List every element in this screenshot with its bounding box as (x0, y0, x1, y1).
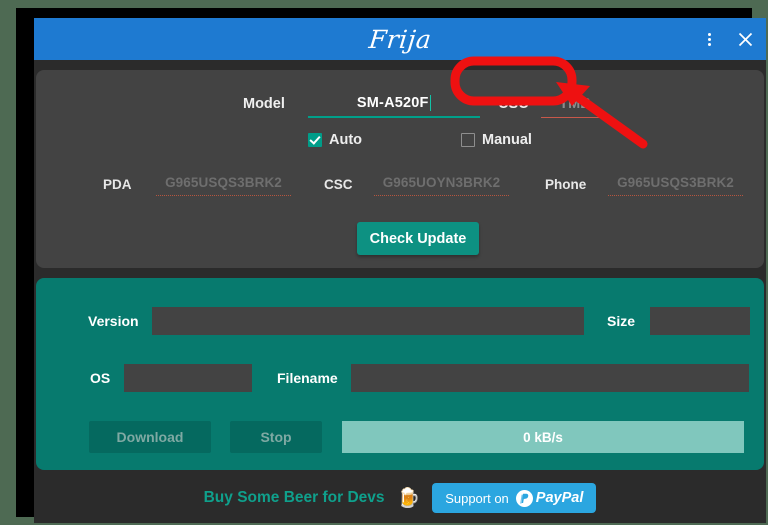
phone-label: Phone (545, 177, 587, 192)
model-input-card: Model SM-A520F CSC TMB Auto Manual PDA G… (36, 70, 764, 268)
csc-firmware-label: CSC (324, 177, 353, 192)
footer: Buy Some Beer for Devs 🍺 Support on PayP… (34, 473, 766, 523)
firmware-fields-row: PDA G965USQS3BRK2 CSC G965UOYN3BRK2 Phon… (36, 170, 764, 204)
menu-dot (707, 42, 711, 46)
version-label: Version (88, 313, 139, 329)
beer-mug-icon: 🍺 (396, 487, 421, 509)
version-field (152, 307, 584, 335)
csc-firmware-placeholder: G965UOYN3BRK2 (382, 175, 501, 190)
title-bar: Frija (34, 18, 766, 60)
download-button[interactable]: Download (89, 421, 211, 453)
filename-label: Filename (277, 370, 338, 386)
app-title: Frija (367, 24, 433, 54)
mode-checkbox-row: Auto Manual (36, 132, 764, 156)
text-cursor (429, 95, 432, 111)
paypal-wordmark: PayPal (535, 490, 584, 506)
checkbox-checked-icon (308, 133, 322, 147)
auto-checkbox-label: Auto (329, 132, 363, 148)
frija-window: Frija Model SM-A520F CSC TMB Auto Manual… (34, 18, 766, 523)
close-x-icon[interactable] (732, 24, 758, 54)
manual-checkbox-label: Manual (482, 132, 532, 148)
download-speed-text: 0 kB/s (523, 429, 563, 445)
csc-input-placeholder: TMB (559, 95, 591, 112)
buy-beer-label: Buy Some Beer for Devs (203, 489, 385, 506)
close-x-glyph (738, 32, 752, 46)
download-panel: Version Size OS Filename Download Stop 0… (36, 278, 764, 470)
csc-firmware-input[interactable]: G965UOYN3BRK2 (374, 170, 509, 196)
window-frame: Frija Model SM-A520F CSC TMB Auto Manual… (16, 8, 766, 523)
paypal-support-button[interactable]: Support on PayPal (432, 483, 597, 513)
phone-input[interactable]: G965USQS3BRK2 (608, 170, 743, 196)
download-progress-bar: 0 kB/s (342, 421, 744, 453)
three-dots-vertical-icon[interactable] (696, 24, 722, 54)
model-row: Model SM-A520F CSC TMB (36, 90, 764, 124)
window-controls (696, 18, 758, 60)
stop-button[interactable]: Stop (230, 421, 322, 453)
phone-input-placeholder: G965USQS3BRK2 (617, 175, 734, 190)
paypal-p-icon (515, 489, 533, 507)
manual-checkbox[interactable]: Manual (461, 132, 532, 148)
model-input[interactable]: SM-A520F (308, 90, 480, 118)
auto-checkbox[interactable]: Auto (308, 132, 362, 148)
paypal-logo: PayPal (515, 489, 584, 507)
model-label: Model (243, 96, 285, 112)
paypal-button-label: Support on (445, 490, 509, 506)
os-label: OS (90, 370, 111, 386)
check-update-button[interactable]: Check Update (357, 222, 479, 255)
csc-input[interactable]: TMB (541, 90, 609, 118)
pda-input-placeholder: G965USQS3BRK2 (165, 175, 282, 190)
size-label: Size (607, 313, 636, 329)
model-input-value: SM-A520F (356, 95, 429, 111)
pda-label: PDA (103, 177, 132, 192)
csc-label: CSC (498, 96, 529, 112)
os-field (124, 364, 252, 392)
menu-dot (707, 37, 711, 41)
filename-field (351, 364, 749, 392)
checkbox-unchecked-icon (461, 133, 475, 147)
pda-input[interactable]: G965USQS3BRK2 (156, 170, 291, 196)
menu-dot (707, 32, 711, 36)
buy-beer-link[interactable]: Buy Some Beer for Devs (204, 489, 385, 507)
size-field (650, 307, 750, 335)
